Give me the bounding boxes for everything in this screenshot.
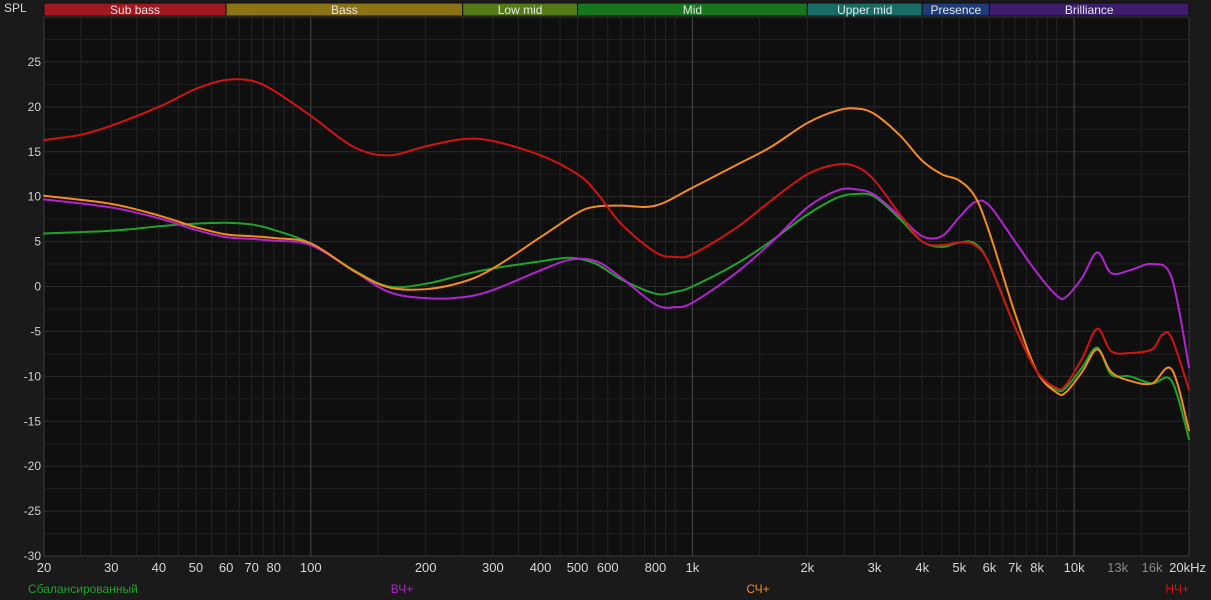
x-tick-label: 500	[567, 560, 589, 575]
x-tick-label: 3k	[868, 560, 882, 575]
band-label: Presence	[930, 3, 981, 17]
x-tick-label: 1k	[686, 560, 700, 575]
frequency-response-chart: Sub bass Bass Low mid Mid Upper mid Presence B…	[0, 0, 1211, 600]
frequency-band-bar: Sub bass Bass Low mid Mid Upper mid Presence B…	[43, 2, 1190, 17]
band-label: Mid	[683, 3, 702, 17]
x-tick-label: 7k	[1008, 560, 1022, 575]
y-tick-label: 15	[28, 145, 42, 159]
y-tick-label: 25	[28, 55, 42, 69]
x-tick-label: 20	[37, 560, 51, 575]
legend-item[interactable]: НЧ+	[1165, 582, 1189, 596]
band-label: Brilliance	[1065, 3, 1114, 17]
x-tick-label: 6k	[983, 560, 997, 575]
x-tick-label: 30	[104, 560, 118, 575]
y-tick-label: -5	[30, 324, 41, 338]
band-label: Low mid	[498, 3, 543, 17]
x-tick-label: 4k	[915, 560, 929, 575]
legend-item[interactable]: ВЧ+	[391, 582, 413, 596]
y-tick-label: -20	[24, 459, 42, 473]
x-tick-label: 400	[530, 560, 552, 575]
x-tick-label: 80	[267, 560, 281, 575]
y-tick-label: -25	[24, 504, 42, 518]
x-tick-label: 10k	[1064, 560, 1085, 575]
x-tick-label: 40	[152, 560, 166, 575]
y-tick-label: 5	[34, 235, 41, 249]
x-tick-label: 20kHz	[1169, 560, 1206, 575]
x-tick-label: 70	[244, 560, 258, 575]
y-axis-label: SPL	[4, 1, 27, 15]
x-tick-label: 16k	[1142, 560, 1163, 575]
y-tick-label: 20	[28, 100, 42, 114]
y-tick-label: -15	[24, 414, 42, 428]
x-tick-label: 600	[597, 560, 619, 575]
y-tick-label: 10	[28, 190, 42, 204]
y-tick-label: 0	[34, 280, 41, 294]
x-tick-label: 800	[645, 560, 667, 575]
x-tick-label: 8k	[1030, 560, 1044, 575]
x-tick-label: 60	[219, 560, 233, 575]
legend-item[interactable]: СЧ+	[746, 582, 769, 596]
x-tick-label: 2k	[800, 560, 814, 575]
x-tick-label: 200	[415, 560, 437, 575]
x-tick-label: 13k	[1107, 560, 1128, 575]
band-label: Sub bass	[110, 3, 160, 17]
x-tick-label: 100	[300, 560, 322, 575]
x-tick-label: 5k	[952, 560, 966, 575]
legend-item[interactable]: Сбалансированный	[28, 582, 138, 596]
band-label: Bass	[331, 3, 358, 17]
x-tick-label: 50	[189, 560, 203, 575]
y-tick-label: -10	[24, 369, 42, 383]
x-tick-label: 300	[482, 560, 504, 575]
band-label: Upper mid	[837, 3, 892, 17]
